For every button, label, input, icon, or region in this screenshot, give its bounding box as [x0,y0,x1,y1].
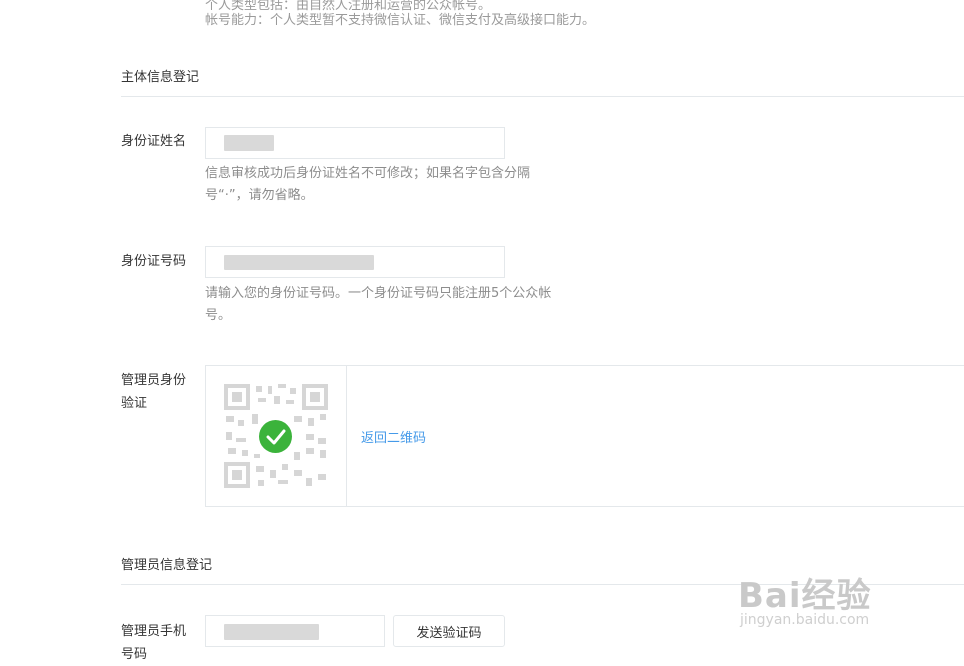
admin-phone-input[interactable] [205,615,385,647]
account-ability-note: 帐号能力：个人类型暂不支持微信认证、微信支付及高级接口能力。 [205,13,596,28]
masked-id-number [224,255,374,270]
id-name-tip: 信息审核成功后身份证姓名不可修改；如果名字包含分隔号“·”，请勿省略。 [205,166,531,203]
section-divider [121,96,964,97]
baidu-watermark-url: jingyan.baidu.com [740,612,870,628]
qr-separator [346,365,347,507]
verified-check-icon [259,420,292,453]
admin-section-title: 管理员信息登记 [121,558,213,573]
send-code-button[interactable]: 发送验证码 [393,615,505,647]
masked-name [224,135,274,151]
return-qr-link[interactable]: 返回二维码 [361,427,426,446]
id-number-input[interactable] [205,246,505,278]
id-name-label: 身份证姓名 [121,134,187,149]
id-name-input[interactable] [205,127,505,159]
id-number-tip: 请输入您的身份证号码。一个身份证号码只能注册5个公众帐号。 [205,286,552,323]
baidu-watermark-logo: Bai经验 [738,576,872,616]
admin-verify-label: 管理员身份验证 [121,373,187,411]
masked-phone [224,624,319,640]
admin-phone-label: 管理员手机号码 [121,624,187,662]
id-number-label: 身份证号码 [121,254,187,269]
subject-section-title: 主体信息登记 [121,70,200,85]
